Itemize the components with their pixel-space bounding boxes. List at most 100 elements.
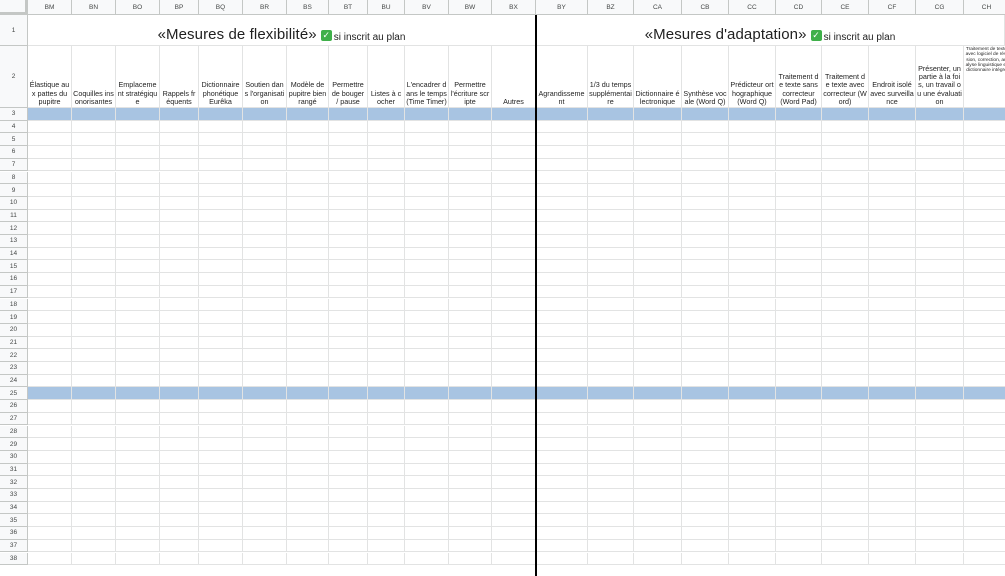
grid-cell[interactable] — [368, 285, 405, 299]
highlighted-row-cell[interactable] — [368, 108, 405, 121]
header-cell-bn[interactable]: Coquilles insonorisantes — [72, 46, 116, 108]
grid-cell[interactable] — [634, 171, 682, 185]
grid-cell[interactable] — [405, 539, 449, 553]
grid-cell[interactable] — [869, 362, 916, 375]
grid-cell[interactable] — [72, 247, 116, 261]
grid-cell[interactable] — [964, 337, 1005, 350]
grid-cell[interactable] — [588, 450, 634, 464]
grid-cell[interactable] — [329, 222, 368, 235]
grid-cell[interactable] — [916, 146, 964, 159]
grid-cell[interactable] — [822, 285, 869, 299]
grid-cell[interactable] — [682, 323, 729, 337]
grid-cell[interactable] — [287, 298, 329, 312]
grid-cell[interactable] — [682, 425, 729, 439]
grid-cell[interactable] — [160, 514, 199, 528]
grid-cell[interactable] — [199, 438, 243, 451]
grid-cell[interactable] — [776, 476, 822, 489]
grid-cell[interactable] — [492, 273, 536, 286]
grid-cell[interactable] — [449, 273, 492, 286]
grid-cell[interactable] — [368, 311, 405, 324]
grid-cell[interactable] — [72, 285, 116, 299]
grid-cell[interactable] — [776, 400, 822, 413]
grid-cell[interactable] — [72, 425, 116, 439]
grid-cell[interactable] — [405, 336, 449, 350]
grid-cell[interactable] — [199, 260, 243, 274]
grid-cell[interactable] — [822, 438, 869, 451]
grid-cell[interactable] — [492, 247, 536, 261]
grid-cell[interactable] — [243, 362, 287, 375]
grid-cell[interactable] — [536, 400, 588, 413]
highlighted-row-cell[interactable] — [28, 387, 72, 401]
grid-cell[interactable] — [243, 425, 287, 439]
grid-cell[interactable] — [492, 412, 536, 426]
grid-cell[interactable] — [776, 235, 822, 248]
grid-cell[interactable] — [116, 171, 160, 185]
grid-cell[interactable] — [869, 489, 916, 502]
grid-cell[interactable] — [492, 450, 536, 464]
grid-cell[interactable] — [869, 285, 916, 299]
grid-cell[interactable] — [449, 501, 492, 515]
column-header-bw[interactable]: BW — [449, 0, 492, 15]
grid-cell[interactable] — [116, 247, 160, 261]
grid-cell[interactable] — [964, 197, 1005, 210]
grid-cell[interactable] — [28, 298, 72, 312]
highlighted-row-cell[interactable] — [492, 108, 536, 121]
grid-cell[interactable] — [536, 450, 588, 464]
grid-cell[interactable] — [682, 171, 729, 185]
grid-cell[interactable] — [287, 539, 329, 553]
grid-cell[interactable] — [776, 450, 822, 464]
grid-cell[interactable] — [449, 362, 492, 375]
grid-cell[interactable] — [682, 273, 729, 286]
grid-cell[interactable] — [160, 146, 199, 159]
header-cell-cd[interactable]: Traitement de texte sans correcteur (Wor… — [776, 46, 822, 108]
grid-cell[interactable] — [28, 273, 72, 286]
grid-cell[interactable] — [405, 362, 449, 375]
grid-cell[interactable] — [634, 146, 682, 159]
grid-cell[interactable] — [287, 323, 329, 337]
grid-cell[interactable] — [160, 425, 199, 439]
grid-cell[interactable] — [634, 133, 682, 147]
grid-cell[interactable] — [822, 146, 869, 159]
grid-cell[interactable] — [287, 336, 329, 350]
grid-cell[interactable] — [869, 209, 916, 223]
grid-cell[interactable] — [287, 438, 329, 451]
row-header-5[interactable]: 5 — [0, 133, 28, 147]
grid-cell[interactable] — [536, 362, 588, 375]
grid-cell[interactable] — [449, 400, 492, 413]
grid-cell[interactable] — [536, 298, 588, 312]
grid-cell[interactable] — [729, 552, 776, 566]
grid-cell[interactable] — [729, 298, 776, 312]
grid-cell[interactable] — [634, 158, 682, 172]
grid-cell[interactable] — [243, 285, 287, 299]
grid-cell[interactable] — [822, 450, 869, 464]
grid-cell[interactable] — [682, 146, 729, 159]
grid-cell[interactable] — [822, 501, 869, 515]
header-cell-bw[interactable]: Permettre l'écriture scripte — [449, 46, 492, 108]
grid-cell[interactable] — [964, 400, 1005, 413]
grid-cell[interactable] — [536, 336, 588, 350]
grid-cell[interactable] — [243, 171, 287, 185]
grid-cell[interactable] — [160, 438, 199, 451]
grid-cell[interactable] — [329, 285, 368, 299]
grid-cell[interactable] — [405, 209, 449, 223]
grid-cell[interactable] — [405, 476, 449, 489]
flexibility-title-merged-cell[interactable]: «Mesures de flexibilité» ✓ si inscrit au p… — [28, 15, 536, 46]
grid-cell[interactable] — [964, 438, 1005, 451]
grid-cell[interactable] — [536, 184, 588, 197]
grid-cell[interactable] — [869, 412, 916, 426]
grid-cell[interactable] — [28, 285, 72, 299]
grid-cell[interactable] — [822, 514, 869, 528]
grid-cell[interactable] — [160, 476, 199, 489]
grid-cell[interactable] — [160, 552, 199, 566]
grid-cell[interactable] — [116, 133, 160, 147]
row-header-35[interactable]: 35 — [0, 514, 28, 528]
grid-cell[interactable] — [682, 222, 729, 235]
grid-cell[interactable] — [729, 235, 776, 248]
grid-cell[interactable] — [405, 260, 449, 274]
grid-cell[interactable] — [588, 222, 634, 235]
grid-cell[interactable] — [869, 514, 916, 528]
grid-cell[interactable] — [449, 196, 492, 210]
header-cell-br[interactable]: Soutien dans l'organisation — [243, 46, 287, 108]
grid-cell[interactable] — [449, 298, 492, 312]
grid-cell[interactable] — [368, 158, 405, 172]
